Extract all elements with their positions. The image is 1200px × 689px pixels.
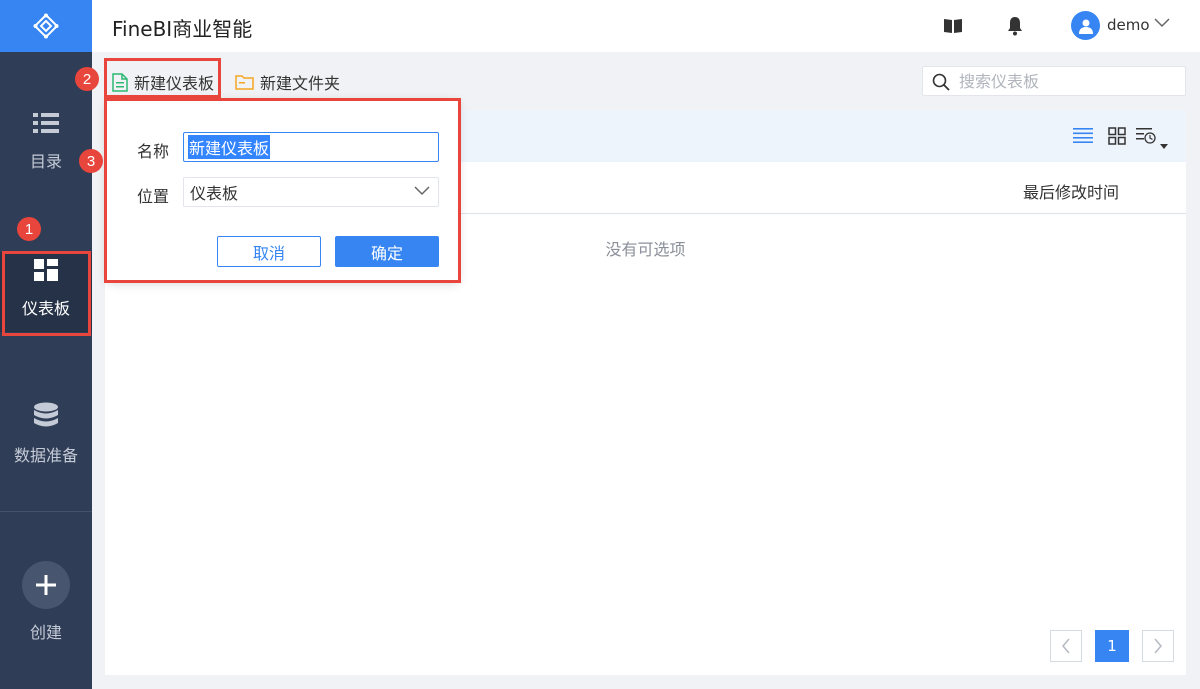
sidebar-item-data-prep[interactable]: 数据准备 (0, 402, 92, 466)
search-icon (932, 73, 950, 91)
bell-icon[interactable] (1006, 16, 1024, 36)
sort-time-icon[interactable] (1136, 127, 1170, 153)
plus-icon (36, 575, 56, 595)
chevron-right-icon (1154, 638, 1162, 654)
annotation-box-step1 (2, 251, 91, 336)
sidebar-item-label: 数据准备 (13, 446, 78, 465)
chevron-left-icon (1062, 638, 1070, 654)
folder-icon (235, 75, 254, 90)
list-icon (33, 113, 59, 133)
user-avatar[interactable] (1071, 11, 1100, 40)
next-page-button[interactable] (1142, 630, 1174, 662)
search-input[interactable] (959, 71, 1179, 91)
book-icon[interactable] (943, 16, 963, 36)
new-folder-label: 新建文件夹 (260, 74, 341, 93)
logo-icon (33, 13, 59, 39)
annotation-box-step3 (104, 98, 461, 283)
annotation-badge-step3: 3 (79, 149, 103, 173)
annotation-box-step2 (104, 58, 221, 98)
column-last-modified[interactable]: 最后修改时间 (1023, 179, 1119, 203)
create-circle (22, 561, 70, 609)
grid-view-icon[interactable] (1108, 127, 1126, 145)
sidebar-item-label: 目录 (29, 152, 62, 171)
database-icon (34, 402, 58, 427)
create-button[interactable]: 创建 (0, 561, 92, 643)
app-title: FineBI商业智能 (112, 17, 253, 41)
user-name[interactable]: demo (1107, 16, 1150, 34)
page-number[interactable]: 1 (1095, 630, 1129, 662)
chevron-down-icon[interactable] (1154, 18, 1170, 28)
top-header: FineBI商业智能 demo (92, 0, 1200, 52)
user-icon (1078, 19, 1093, 34)
create-label: 创建 (29, 623, 62, 642)
search-box[interactable] (922, 66, 1186, 96)
list-view-icon[interactable] (1073, 127, 1093, 143)
annotation-badge-step1: 1 (17, 217, 41, 241)
sidebar: 目录 仪表板 数据准备 创建 (0, 0, 92, 689)
annotation-badge-step2: 2 (75, 67, 99, 91)
prev-page-button[interactable] (1050, 630, 1082, 662)
sidebar-divider (0, 511, 92, 512)
app-logo[interactable] (0, 0, 92, 52)
new-folder-button[interactable]: 新建文件夹 (235, 70, 340, 94)
